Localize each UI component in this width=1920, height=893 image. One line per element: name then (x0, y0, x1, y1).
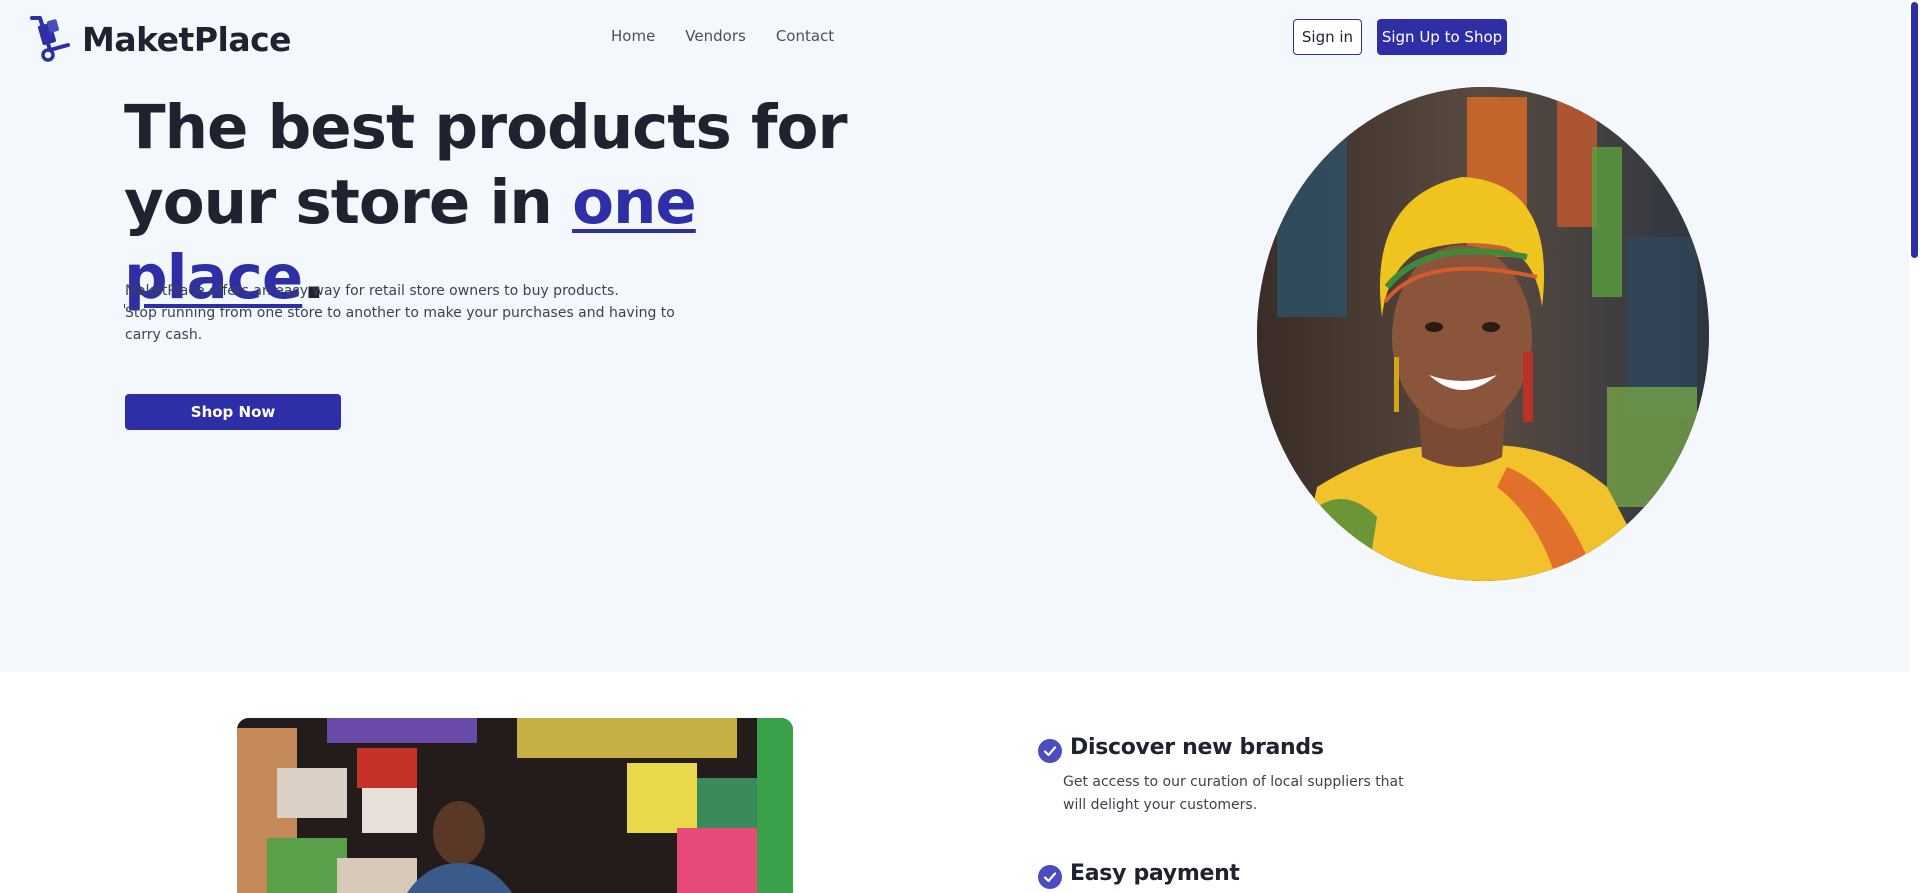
nav-home-link[interactable]: Home (611, 27, 655, 45)
logo[interactable]: MaketPlace (28, 14, 292, 64)
hero-section: MaketPlace Home Vendors Contact Sign in … (0, 0, 1909, 672)
hero-description-line: MaketPlace offers an easy way for retail… (125, 283, 619, 299)
check-circle-icon (1038, 739, 1062, 763)
hero-portrait-image (1257, 87, 1709, 581)
scrollbar-thumb[interactable] (1911, 2, 1918, 258)
shop-now-button[interactable]: Shop Now (125, 394, 341, 430)
feature-description: Get access to our curation of local supp… (1063, 774, 1404, 813)
logo-text: MaketPlace (82, 19, 292, 59)
shopkeeper-image (237, 718, 793, 893)
nav-vendors-link[interactable]: Vendors (685, 27, 746, 45)
feature-title: Discover new brands (1070, 735, 1324, 760)
nav-contact-link[interactable]: Contact (776, 27, 834, 45)
hand-truck-icon (30, 16, 70, 62)
top-navbar: MaketPlace Home Vendors Contact Sign in … (0, 0, 1909, 74)
hero-description-line: Stop running from one store to another t… (125, 305, 675, 343)
feature-title: Easy payment (1070, 861, 1240, 886)
check-circle-icon (1038, 865, 1062, 889)
vertical-scrollbar[interactable] (1909, 0, 1920, 893)
sign-up-button[interactable]: Sign Up to Shop (1377, 19, 1507, 55)
main-nav: Home Vendors Contact (611, 27, 864, 45)
headline-text: The best products for your store in (124, 92, 848, 238)
hero-description: MaketPlace offers an easy way for retail… (125, 280, 685, 346)
sign-in-button[interactable]: Sign in (1293, 19, 1362, 55)
